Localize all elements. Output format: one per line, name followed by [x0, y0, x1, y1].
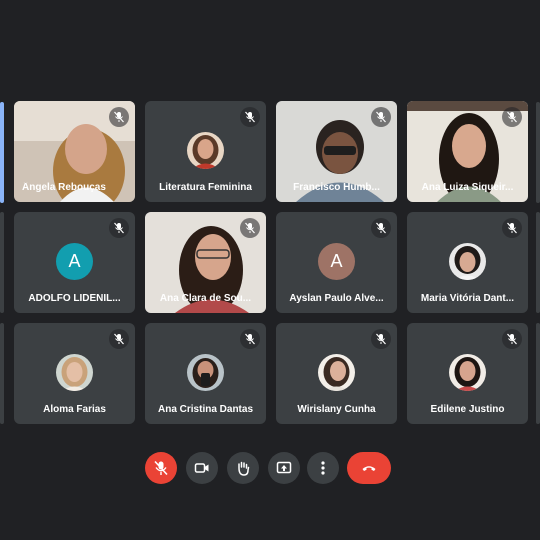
partial-tile-left-active	[0, 102, 4, 203]
participant-tile[interactable]: Aloma Farias	[14, 323, 135, 424]
participant-name: Francisco Humb...	[293, 182, 380, 193]
mic-off-icon	[502, 218, 522, 238]
microphone-toggle-button[interactable]	[145, 452, 177, 484]
mic-off-icon	[371, 218, 391, 238]
participant-name: ADOLFO LIDENIL...	[28, 293, 121, 304]
mic-off-icon	[502, 107, 522, 127]
mic-off-icon	[371, 107, 391, 127]
participant-tile[interactable]: Edilene Justino	[407, 323, 528, 424]
partial-tile-right	[536, 212, 540, 313]
participant-avatar	[449, 243, 486, 280]
mic-off-icon	[154, 460, 168, 476]
participant-name: Edilene Justino	[430, 404, 505, 415]
camera-toggle-button[interactable]	[186, 452, 218, 484]
mic-off-icon	[371, 329, 391, 349]
participant-name: Aloma Farias	[43, 404, 106, 415]
participant-avatar: A	[56, 243, 93, 280]
present-screen-button[interactable]	[268, 452, 300, 484]
mic-off-icon	[240, 218, 260, 238]
more-options-icon	[321, 461, 325, 475]
participant-name: Ângela Rebouças	[22, 182, 106, 193]
raise-hand-button[interactable]	[227, 452, 259, 484]
mic-off-icon	[109, 107, 129, 127]
participant-tile[interactable]: Wirislany Cunha	[276, 323, 397, 424]
partial-tile-right	[536, 323, 540, 424]
hang-up-icon	[362, 466, 376, 471]
participant-name: Ana Luiza Siqueir...	[421, 182, 514, 193]
participant-tile[interactable]: Francisco Humb...	[276, 101, 397, 202]
mic-off-icon	[109, 329, 129, 349]
camera-icon	[194, 463, 209, 473]
partial-tile-left	[0, 212, 4, 313]
participant-avatar: A	[318, 243, 355, 280]
participant-avatar	[187, 132, 224, 169]
mic-off-icon	[109, 218, 129, 238]
participant-avatar	[318, 354, 355, 391]
participant-avatar	[449, 354, 486, 391]
mic-off-icon	[240, 329, 260, 349]
more-options-button[interactable]	[307, 452, 339, 484]
partial-tile-right	[536, 102, 540, 203]
participant-tile[interactable]: Ângela Rebouças	[14, 101, 135, 202]
participant-tile[interactable]: Ana Luiza Siqueir...	[407, 101, 528, 202]
participant-name: Ayslan Paulo Alve...	[289, 293, 384, 304]
participant-avatar	[56, 354, 93, 391]
participant-name: Wirislany Cunha	[297, 404, 376, 415]
participant-tile[interactable]: Ana Clara de Sou...	[145, 212, 266, 313]
participant-name: Ana Cristina Dantas	[157, 404, 254, 415]
participant-tile[interactable]: A Ayslan Paulo Alve...	[276, 212, 397, 313]
present-screen-icon	[276, 461, 292, 474]
participant-name: Literatura Feminina	[159, 182, 252, 193]
raise-hand-icon	[238, 461, 250, 476]
participant-tile[interactable]: Literatura Feminina	[145, 101, 266, 202]
partial-tile-left	[0, 323, 4, 424]
participant-avatar	[187, 354, 224, 391]
mic-off-icon	[240, 107, 260, 127]
participant-name: Ana Clara de Sou...	[159, 293, 252, 304]
participant-name: Maria Vitória Dant...	[420, 293, 515, 304]
participant-tile[interactable]: Maria Vitória Dant...	[407, 212, 528, 313]
mic-off-icon	[502, 329, 522, 349]
participant-tile[interactable]: Ana Cristina Dantas	[145, 323, 266, 424]
leave-call-button[interactable]	[347, 452, 391, 484]
participant-tile[interactable]: A ADOLFO LIDENIL...	[14, 212, 135, 313]
